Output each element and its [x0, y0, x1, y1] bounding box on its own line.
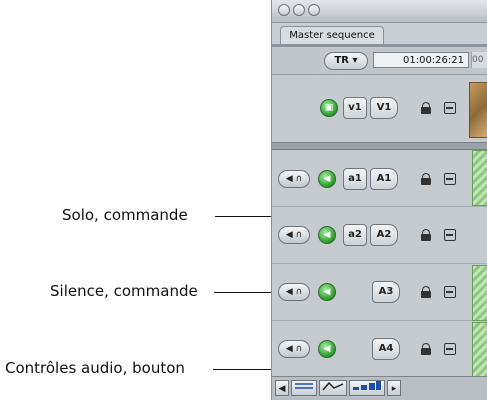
lock-track-icon[interactable]	[421, 286, 431, 298]
timecode-mode-label: TR	[334, 55, 349, 66]
solo-headphones-icon[interactable]: ∩	[296, 174, 303, 184]
timeline-window: Master sequence TR ▾ 01:00:26:21 00 ▣ v1…	[271, 0, 487, 400]
close-window-button[interactable]	[278, 4, 290, 16]
audio-clip[interactable]	[472, 150, 487, 206]
solo-headphones-icon[interactable]: ∩	[296, 287, 303, 297]
mute-solo-controls: ◀ ∩	[278, 283, 310, 301]
overlay-lines-icon	[295, 383, 313, 389]
chevron-down-icon: ▾	[352, 55, 358, 66]
auto-select-icon[interactable]	[444, 286, 456, 298]
lock-track-icon[interactable]	[421, 229, 431, 241]
auto-select-icon[interactable]	[444, 343, 456, 355]
timecode-mode-popup[interactable]: TR ▾	[324, 52, 368, 70]
audio-track-a3: ◀ ∩ ◀ A3	[272, 264, 487, 321]
mute-speaker-icon[interactable]: ◀	[286, 287, 293, 297]
keyframe-graph-icon	[322, 381, 344, 391]
lock-track-icon[interactable]	[421, 343, 431, 355]
tab-master-sequence[interactable]: Master sequence	[280, 26, 384, 45]
expand-arrow-button[interactable]: ▸	[387, 380, 401, 396]
keyframes-button[interactable]	[319, 380, 347, 396]
audible-toggle-icon[interactable]: ◀	[318, 170, 336, 188]
track-height-button[interactable]	[349, 380, 385, 396]
audio-track-a2: ◀ ∩ ◀ a2 A2	[272, 207, 487, 264]
audio-controls-button[interactable]: ◀	[275, 380, 289, 396]
mute-speaker-icon[interactable]: ◀	[286, 230, 293, 240]
timeline-toolbar: TR ▾ 01:00:26:21 00	[272, 47, 487, 75]
destination-control-a4[interactable]: A4	[372, 338, 400, 360]
source-control-a1[interactable]: a1	[343, 168, 367, 190]
audio-track-a4: ◀ ∩ ◀ A4	[272, 321, 487, 378]
current-timecode-field[interactable]: 01:00:26:21	[373, 52, 469, 68]
source-control-a2[interactable]: a2	[343, 224, 367, 246]
solo-headphones-icon[interactable]: ∩	[296, 230, 303, 240]
source-control-v1[interactable]: v1	[343, 97, 367, 119]
lock-track-icon[interactable]	[421, 102, 431, 114]
audible-toggle-icon[interactable]: ◀	[318, 226, 336, 244]
video-track-v1: ▣ v1 V1	[272, 75, 487, 143]
solo-callout-label: Solo, commande	[62, 206, 188, 224]
track-height-icon	[353, 381, 381, 390]
mute-solo-controls: ◀ ∩	[278, 340, 310, 358]
auto-select-icon[interactable]	[444, 173, 456, 185]
minimize-window-button[interactable]	[293, 4, 305, 16]
ruler-start: 00	[471, 52, 487, 68]
destination-control-v1[interactable]: V1	[370, 97, 398, 119]
audio-track-a1: ◀ ∩ ◀ a1 A1	[272, 150, 487, 207]
video-clip[interactable]	[469, 82, 487, 138]
timeline-bottom-bar: ◀ ▸	[272, 376, 487, 400]
audio-controls-callout-label: Contrôles audio, bouton	[5, 359, 185, 377]
zoom-window-button[interactable]	[308, 4, 320, 16]
destination-control-a2[interactable]: A2	[370, 224, 398, 246]
mute-speaker-icon[interactable]: ◀	[286, 174, 293, 184]
solo-headphones-icon[interactable]: ∩	[296, 344, 303, 354]
chevron-right-icon: ▸	[391, 384, 397, 394]
track-visibility-toggle-icon[interactable]: ▣	[320, 99, 338, 117]
destination-control-a3[interactable]: A3	[372, 281, 400, 303]
clip-overlays-button[interactable]	[291, 380, 317, 396]
audio-clip[interactable]	[472, 322, 487, 378]
mute-solo-controls: ◀ ∩	[278, 170, 310, 188]
speaker-icon: ◀	[278, 384, 286, 394]
mute-solo-controls: ◀ ∩	[278, 226, 310, 244]
audible-toggle-icon[interactable]: ◀	[318, 340, 336, 358]
auto-select-icon[interactable]	[444, 229, 456, 241]
auto-select-icon[interactable]	[444, 102, 456, 114]
mute-callout-label: Silence, commande	[50, 282, 198, 300]
audio-clip[interactable]	[472, 265, 487, 321]
window-titlebar[interactable]	[272, 0, 487, 23]
lock-track-icon[interactable]	[421, 173, 431, 185]
audible-toggle-icon[interactable]: ◀	[318, 283, 336, 301]
mute-speaker-icon[interactable]: ◀	[286, 344, 293, 354]
video-audio-separator[interactable]	[272, 142, 487, 150]
destination-control-a1[interactable]: A1	[370, 168, 398, 190]
